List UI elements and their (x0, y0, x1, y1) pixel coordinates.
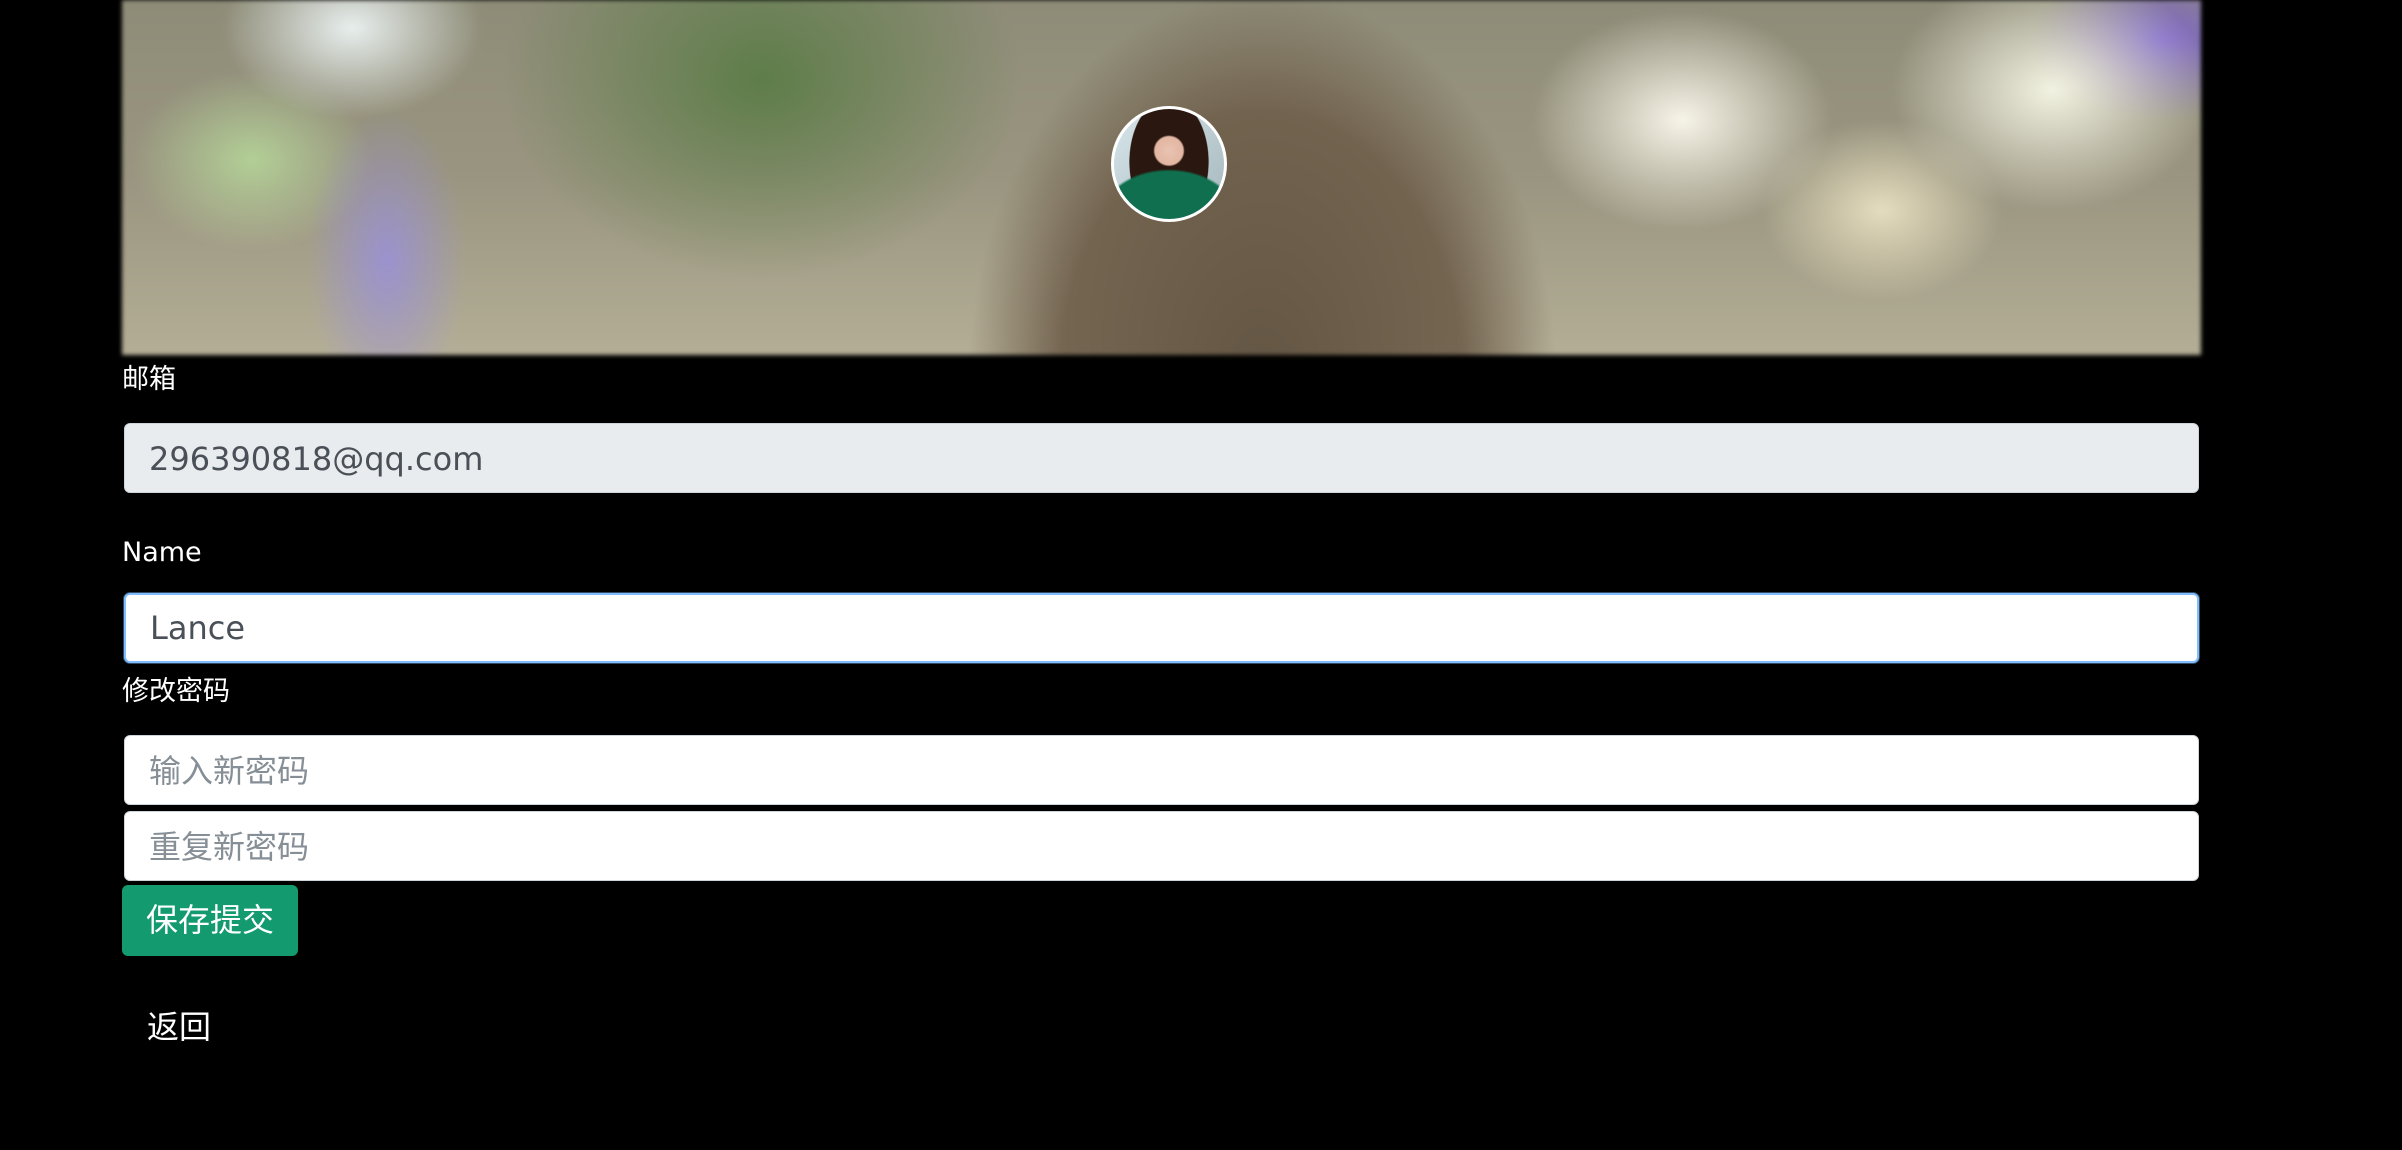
profile-edit-page: 邮箱 296390818@qq.com Name Lance 修改密码 输入新密… (0, 0, 2402, 1150)
name-field[interactable]: Lance (124, 593, 2199, 663)
email-label: 邮箱 (122, 364, 176, 395)
avatar[interactable] (1111, 106, 1227, 222)
repeat-password-input[interactable]: 重复新密码 (124, 811, 2199, 881)
save-submit-button[interactable]: 保存提交 (122, 885, 298, 956)
new-password-input[interactable]: 输入新密码 (124, 735, 2199, 805)
name-value: Lance (150, 609, 245, 647)
new-password-placeholder: 输入新密码 (149, 752, 310, 790)
email-field: 296390818@qq.com (124, 423, 2199, 493)
change-password-label: 修改密码 (122, 676, 230, 707)
repeat-password-placeholder: 重复新密码 (149, 828, 310, 866)
back-link[interactable]: 返回 (147, 1005, 211, 1049)
name-label: Name (122, 537, 202, 568)
email-value: 296390818@qq.com (149, 440, 484, 478)
